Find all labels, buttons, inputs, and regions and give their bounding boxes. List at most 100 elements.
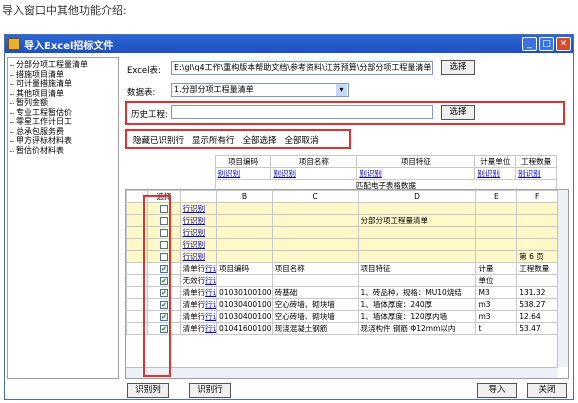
mapping-link-row: 别识别 别识别 别识别 别识别 别识别 xyxy=(125,167,557,180)
tree-item[interactable]: 专业工程暂估价 xyxy=(10,108,118,118)
app-icon xyxy=(8,38,20,50)
column-letter: B xyxy=(216,190,273,203)
table-row[interactable]: ✔清单行行识别项目编码项目名称项目特征计量工程数量 xyxy=(126,262,558,275)
excel-path-field[interactable]: E:\gl\q4工作\重构版本帮助文档\参考资料\江苏预算\分部分项工程量清单 xyxy=(171,61,433,75)
col-c-cell xyxy=(271,250,359,263)
table-row[interactable]: 行识别 xyxy=(126,226,558,239)
tree-item[interactable]: 零星工作计日工 xyxy=(10,117,118,127)
table-row[interactable]: 行识别 xyxy=(126,202,558,215)
col-d-cell xyxy=(357,238,477,251)
col-d-cell: 现浇构件 钢筋 Φ12mm以内 xyxy=(357,322,477,335)
maximize-button[interactable]: □ xyxy=(539,37,554,51)
row-type-label: 清单行 xyxy=(182,264,206,273)
data-grid[interactable]: 选择 B C D E F 行识别 行识别 分部分项工程量清单 行识别 行识别 行识别第 6… xyxy=(125,189,569,379)
table-row[interactable]: 行识别 xyxy=(126,238,558,251)
row-type: 清单行行识别 xyxy=(179,298,218,311)
row-recognize-link[interactable]: 行识别 xyxy=(183,252,206,261)
minimize-button[interactable]: _ xyxy=(522,37,537,51)
table-row[interactable]: ✔清单行行识别010416001001现浇混凝土钢筋现浇构件 钢筋 Φ12mm以… xyxy=(126,322,558,335)
row-type-label: 清单行 xyxy=(182,300,206,309)
chevron-down-icon[interactable]: ▾ xyxy=(336,84,347,96)
map-header: 项目编码 xyxy=(214,155,272,168)
col-c-cell: 空心砖墙、砌块墙 xyxy=(271,298,359,311)
col-e-cell: M3 xyxy=(475,286,518,299)
col-b-cell xyxy=(216,226,273,239)
horizontal-scrollbar[interactable] xyxy=(126,367,557,378)
row-recognize-link[interactable]: 行识别 xyxy=(205,264,215,273)
row-recognize-link[interactable]: 行识别 xyxy=(205,288,215,297)
row-type-label: 清单行 xyxy=(182,312,206,321)
history-select-button[interactable]: 选择 xyxy=(441,105,475,120)
recognize-columns-button[interactable]: 识别列 xyxy=(127,383,169,398)
recognize-rows-button[interactable]: 识别行 xyxy=(189,383,231,398)
row-recognize-link[interactable]: 行识别 xyxy=(205,276,215,285)
table-row[interactable]: ✔清单行行识别010304001002空心砖墙、砌块墙1、墙体厚度：120厚内墙… xyxy=(126,310,558,323)
column-recognize-link[interactable]: 别识别 xyxy=(515,167,557,180)
col-e-cell xyxy=(475,238,518,251)
col-c-cell xyxy=(271,214,359,227)
col-f-cell: 53.47 xyxy=(516,322,558,335)
tree-item[interactable]: 措施项目清单 xyxy=(10,70,118,80)
tree-item[interactable]: 甲方评标材料表 xyxy=(10,136,118,146)
col-d-cell xyxy=(357,202,477,215)
table-row[interactable]: ✔无效行行识别单位 xyxy=(126,274,558,287)
row-recognize-link[interactable]: 行识别 xyxy=(183,204,206,213)
table-row[interactable]: 行识别 第 6 页 xyxy=(126,250,558,263)
sheet-select[interactable]: 1.分部分项工程量清单 ▾ xyxy=(171,83,349,97)
col-c-cell xyxy=(271,226,359,239)
col-e-cell: t xyxy=(475,322,518,335)
table-row[interactable]: 行识别 分部分项工程量清单 xyxy=(126,214,558,227)
col-e-cell: m3 xyxy=(475,298,518,311)
title-bar[interactable]: 导入Excel招标文件 _ □ ✕ xyxy=(5,35,573,53)
row-recognize-link[interactable]: 行识别 xyxy=(205,324,215,333)
select-all-button[interactable]: 全部选择 xyxy=(243,136,277,146)
row-recognize-link[interactable]: 行识别 xyxy=(183,228,206,237)
column-recognize-link[interactable]: 别识别 xyxy=(214,167,272,180)
close-button[interactable]: 关闭 xyxy=(527,383,567,398)
mapping-header-row: 项目编码 项目名称 项目特征 计量单位 工程数量 xyxy=(125,155,557,168)
history-field[interactable] xyxy=(171,105,433,119)
row-recognize-link[interactable]: 行识别 xyxy=(205,312,215,321)
column-recognize-link[interactable]: 别识别 xyxy=(270,167,358,180)
row-type-label: 清单行 xyxy=(182,288,206,297)
row-recognize-link[interactable]: 行识别 xyxy=(183,240,206,249)
tree-item[interactable]: 可计量措施清单 xyxy=(10,79,118,89)
col-d-cell xyxy=(357,250,477,263)
col-c-cell xyxy=(271,274,359,287)
col-d-cell: 项目特征 xyxy=(357,262,477,275)
table-row[interactable]: ✔清单行行识别010301001001砖基础1、砖品种，规格：MU10烧结M31… xyxy=(126,286,558,299)
tree-item[interactable]: 分部分项工程量清单 xyxy=(10,60,118,70)
excel-browse-button[interactable]: 选择 xyxy=(441,60,475,75)
col-b-cell xyxy=(216,214,273,227)
col-d-cell: 分部分项工程量清单 xyxy=(357,214,477,227)
import-button[interactable]: 导入 xyxy=(477,383,517,398)
col-f-cell: 12.64 xyxy=(516,310,558,323)
intro-text: 导入窗口中其他功能介绍: xyxy=(2,4,127,17)
row-recognize-link[interactable]: 行识别 xyxy=(183,216,206,225)
sheet-tree[interactable]: 分部分项工程量清单 措施项目清单 可计量措施清单 其他项目清单 暂列金额 专业工程暂估价零… xyxy=(7,57,119,379)
column-recognize-link[interactable]: 别识别 xyxy=(356,167,476,180)
map-header: 工程数量 xyxy=(515,155,557,168)
hide-recognized-button[interactable]: 隐藏已识别行 xyxy=(133,136,184,146)
col-f-cell xyxy=(516,274,558,287)
col-c-cell: 砖基础 xyxy=(271,286,359,299)
table-row[interactable]: ✔清单行行识别010304001001空心砖墙、砌块墙1、墙体厚度：240厚m3… xyxy=(126,298,558,311)
sheet-label: 数据表: xyxy=(127,88,156,98)
tree-item[interactable]: 暂列金额 xyxy=(10,98,118,108)
vertical-scrollbar[interactable] xyxy=(557,190,568,367)
deselect-all-button[interactable]: 全部取消 xyxy=(285,136,319,146)
row-type: 清单行行识别 xyxy=(179,322,218,335)
column-letter: C xyxy=(271,190,359,203)
letter-header-row: 选择 B C D E F xyxy=(126,190,558,203)
col-f-cell xyxy=(516,214,558,227)
col-f-cell xyxy=(516,238,558,251)
tree-item[interactable]: 暂估价材料表 xyxy=(10,146,118,156)
row-recognize-link[interactable]: 行识别 xyxy=(205,300,215,309)
column-recognize-link[interactable]: 别识别 xyxy=(474,167,517,180)
tree-item[interactable]: 其他项目清单 xyxy=(10,89,118,99)
row-type: 行识别 xyxy=(179,238,218,251)
show-all-button[interactable]: 显示所有行 xyxy=(192,136,235,146)
tree-item[interactable]: 总承包服务费 xyxy=(10,127,118,137)
map-header: 项目名称 xyxy=(270,155,358,168)
close-window-button[interactable]: ✕ xyxy=(556,37,571,51)
